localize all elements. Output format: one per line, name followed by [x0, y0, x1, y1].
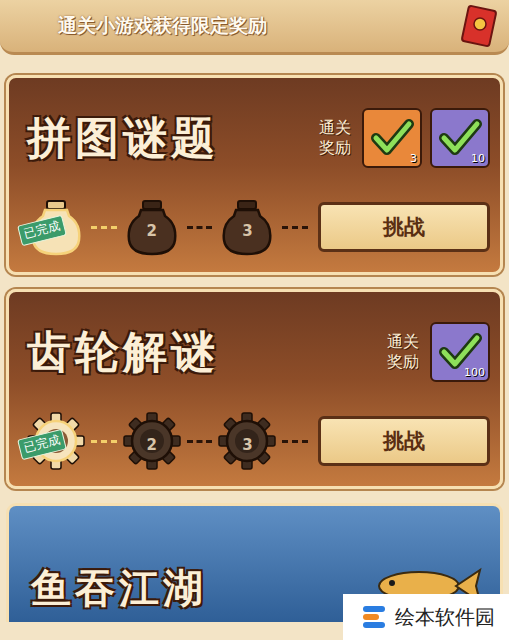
progress-row: 已完成 2 3 挑战 — [27, 412, 490, 470]
challenge-button[interactable]: 挑战 — [318, 416, 490, 466]
game-title: 齿轮解谜 — [27, 323, 219, 382]
game-list: 拼图谜题通关奖励310已完成23挑战齿轮解谜通关奖励100已完成23挑战鱼吞江湖 — [0, 55, 509, 640]
stage-connector — [91, 226, 117, 229]
red-envelope-icon — [459, 4, 499, 48]
reward-item: 10 — [430, 108, 490, 168]
watermark-text: 绘本软件园 — [395, 604, 495, 631]
reward-item: 3 — [362, 108, 422, 168]
stage-number: 3 — [242, 436, 252, 454]
stage: 已完成 — [27, 198, 85, 256]
stage-number: 3 — [242, 222, 252, 240]
stage: 已完成 — [27, 412, 85, 470]
page: 通关小游戏获得限定奖励拼图谜题通关奖励310已完成23挑战齿轮解谜通关奖励100… — [0, 0, 509, 640]
reward-count: 100 — [464, 366, 485, 379]
card-header: 拼图谜题 通关奖励 3 10 — [27, 108, 490, 168]
teaser-title: 鱼吞江湖 — [31, 561, 207, 616]
reward-count: 3 — [410, 152, 417, 165]
rewards: 通关奖励 3 10 — [319, 108, 490, 168]
banner: 通关小游戏获得限定奖励 — [0, 0, 509, 55]
reward-item: 100 — [430, 322, 490, 382]
card-header: 齿轮解谜 通关奖励 100 — [27, 322, 490, 382]
game-card: 拼图谜题 通关奖励 3 10 已完成 2 3 挑战 — [6, 75, 503, 275]
stage: 3 — [218, 198, 276, 256]
challenge-button[interactable]: 挑战 — [318, 202, 490, 252]
game-title: 拼图谜题 — [27, 109, 219, 168]
game-card: 齿轮解谜 通关奖励 100 已完成 2 3 挑战 — [6, 289, 503, 489]
stage: 2 — [123, 412, 181, 470]
stage-connector — [187, 440, 213, 443]
reward-count: 10 — [471, 152, 485, 165]
stage-number: 2 — [146, 436, 156, 454]
rewards: 通关奖励 100 — [387, 322, 490, 382]
stage-connector — [91, 440, 117, 443]
check-icon — [370, 118, 414, 158]
stage-connector — [187, 226, 213, 229]
progress-row: 已完成 2 3 挑战 — [27, 198, 490, 256]
logo-icon — [359, 602, 389, 632]
stage-number: 2 — [146, 222, 156, 240]
banner-title: 通关小游戏获得限定奖励 — [58, 13, 267, 39]
stage-connector — [282, 440, 308, 443]
stage-connector — [282, 226, 308, 229]
reward-label: 通关奖励 — [319, 118, 354, 158]
stage: 2 — [123, 198, 181, 256]
watermark: 绘本软件园 — [343, 594, 509, 640]
reward-label: 通关奖励 — [387, 332, 422, 372]
stage: 3 — [218, 412, 276, 470]
